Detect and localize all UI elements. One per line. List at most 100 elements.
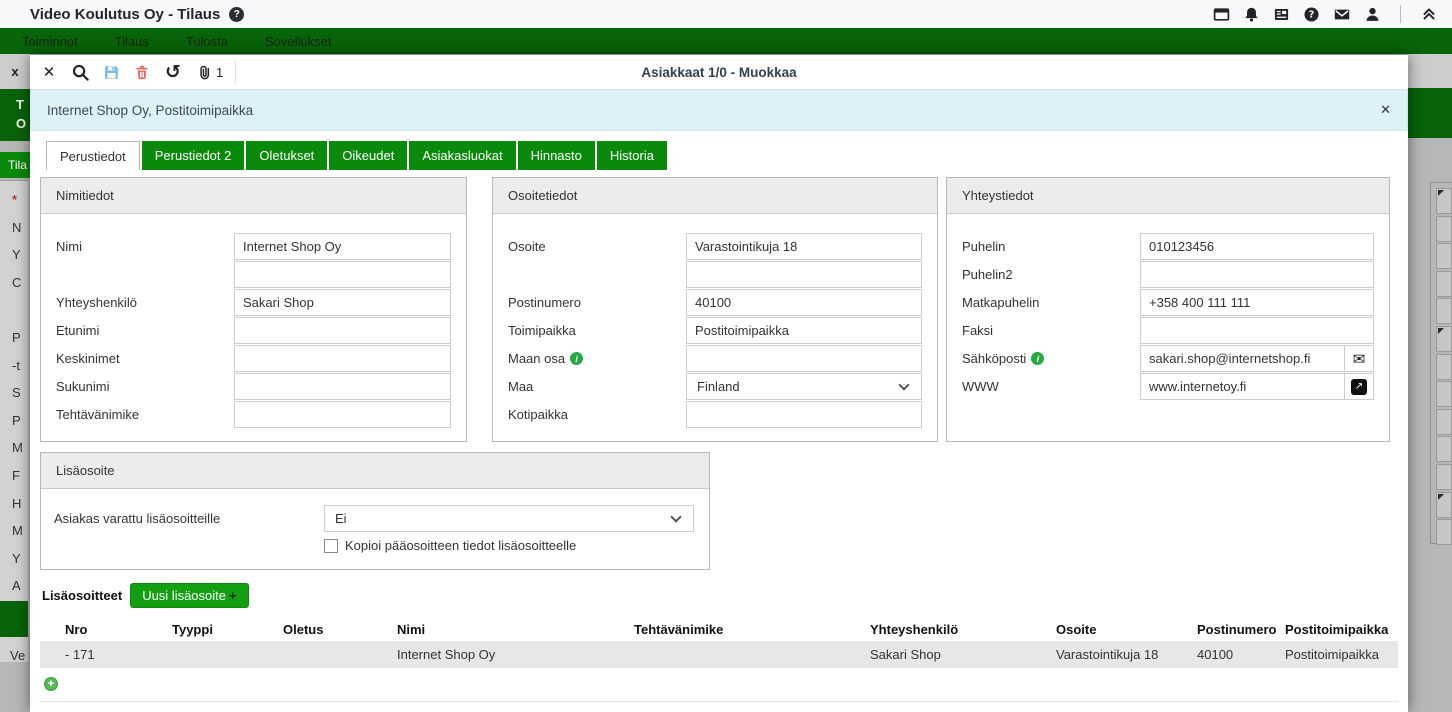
- sukunimi-input[interactable]: [234, 373, 451, 400]
- attachment-icon[interactable]: [193, 61, 215, 83]
- titlebar-icon-group: ?: [1213, 5, 1438, 23]
- kopioi-checkbox[interactable]: [324, 539, 338, 553]
- cell-yhteyshenkilo: Sakari Shop: [870, 641, 1056, 668]
- background-label: P: [12, 324, 30, 352]
- fieldset-nimitiedot: Nimitiedot Nimi Yhteyshenkilö Etunimi Ke…: [40, 177, 467, 442]
- tab-asiakasluokat[interactable]: Asiakasluokat: [409, 141, 515, 170]
- puhelin2-input[interactable]: [1140, 261, 1374, 288]
- postinumero-input[interactable]: [686, 289, 922, 316]
- background-label: N: [12, 214, 30, 242]
- background-field-stub: [1436, 298, 1452, 324]
- table-header-row: Nro Tyyppi Oletus Nimi Tehtävänimike Yht…: [40, 617, 1398, 641]
- new-lisaosoite-button[interactable]: Uusi lisäosoite+: [130, 583, 248, 608]
- infobar-close-icon[interactable]: ✕: [1380, 102, 1391, 118]
- col-nimi: Nimi: [397, 617, 634, 641]
- save-icon[interactable]: [100, 61, 122, 83]
- close-icon[interactable]: ✕: [38, 61, 60, 83]
- tab-oikeudet[interactable]: Oikeudet: [329, 141, 407, 170]
- info-icon[interactable]: i: [1031, 352, 1044, 365]
- background-header-line: T: [16, 95, 30, 114]
- background-field-stub: [1436, 188, 1452, 214]
- modal-toolbar: ✕ ↺ 1 Asiakkaat 1/0 - Muokkaa: [30, 55, 1408, 89]
- background-label: M: [12, 434, 30, 462]
- background-tab-close[interactable]: x: [0, 54, 30, 89]
- col-nro: Nro: [40, 617, 172, 641]
- menu-sovellukset[interactable]: Sovellukset: [265, 34, 331, 49]
- osoite-2-input[interactable]: [686, 261, 922, 288]
- table-row[interactable]: - 171 Internet Shop Oy Sakari Shop Varas…: [40, 641, 1398, 668]
- background-label: H: [12, 490, 30, 518]
- field-label: Puhelin: [962, 239, 1140, 254]
- tab-hinnasto[interactable]: Hinnasto: [518, 141, 595, 170]
- background-field-stub: [1436, 326, 1452, 352]
- kotipaikka-input[interactable]: [686, 401, 922, 428]
- matkapuhelin-input[interactable]: [1140, 289, 1374, 316]
- background-label: C: [12, 269, 30, 297]
- osoite-input[interactable]: [686, 233, 922, 260]
- tab-historia[interactable]: Historia: [597, 141, 667, 170]
- info-icon[interactable]: i: [570, 352, 583, 365]
- cell-tehtavanimike: [634, 641, 870, 668]
- background-header-line: O: [16, 114, 30, 133]
- new-lisaosoite-label: Uusi lisäosoite: [142, 588, 226, 603]
- field-label: Keskinimet: [56, 351, 234, 366]
- sahkoposti-input[interactable]: [1140, 345, 1345, 372]
- chevron-down-icon: [898, 379, 909, 390]
- field-label: Maan osa i: [508, 351, 686, 366]
- tab-perustiedot-2[interactable]: Perustiedot 2: [142, 141, 245, 170]
- open-link-button[interactable]: ↗: [1345, 373, 1374, 400]
- background-label: [12, 296, 30, 324]
- yhteyshenkilo-input[interactable]: [234, 289, 451, 316]
- fieldset-title: Lisäosoite: [41, 453, 709, 489]
- menu-tulosta[interactable]: Tulosta: [186, 34, 228, 49]
- maa-select[interactable]: Finland: [686, 373, 922, 400]
- col-tyyppi: Tyyppi: [172, 617, 283, 641]
- add-row-icon[interactable]: +: [44, 677, 58, 691]
- news-icon[interactable]: [1273, 6, 1290, 23]
- field-label-text: Maan osa: [508, 351, 565, 366]
- puhelin-input[interactable]: [1140, 233, 1374, 260]
- plus-icon: +: [229, 588, 237, 603]
- col-oletus: Oletus: [283, 617, 397, 641]
- etunimi-input[interactable]: [234, 317, 451, 344]
- delete-icon[interactable]: [131, 61, 153, 83]
- background-green-header: T O: [0, 89, 30, 141]
- menu-toiminnot[interactable]: Toiminnot: [22, 34, 78, 49]
- background-label: F: [12, 462, 30, 490]
- attachment-count: 1: [216, 65, 223, 80]
- toimipaikka-input[interactable]: [686, 317, 922, 344]
- titlebar: Video Koulutus Oy - Tilaus ? ?: [0, 0, 1452, 28]
- search-icon[interactable]: [69, 61, 91, 83]
- help-icon[interactable]: ?: [1303, 6, 1320, 23]
- menu-tilaus[interactable]: Tilaus: [115, 34, 149, 49]
- tehtavanimike-input[interactable]: [234, 401, 451, 428]
- user-icon[interactable]: [1364, 6, 1381, 23]
- keskinimet-input[interactable]: [234, 345, 451, 372]
- field-label: Maa: [508, 379, 686, 394]
- cell-nimi: Internet Shop Oy: [397, 641, 634, 668]
- send-email-button[interactable]: ✉: [1345, 345, 1374, 372]
- tab-perustiedot[interactable]: Perustiedot: [46, 141, 140, 170]
- nimi-2-input[interactable]: [234, 261, 451, 288]
- title-help-icon[interactable]: ?: [229, 7, 244, 22]
- maan-osa-input[interactable]: [686, 345, 922, 372]
- notifications-icon[interactable]: [1243, 6, 1260, 23]
- www-input[interactable]: [1140, 373, 1345, 400]
- tab-oletukset[interactable]: Oletukset: [246, 141, 327, 170]
- mail-icon[interactable]: [1333, 6, 1351, 23]
- menubar: Toiminnot Tilaus Tulosta Sovellukset: [0, 28, 1452, 54]
- nimi-input[interactable]: [234, 233, 451, 260]
- background-field-stub: [1436, 464, 1452, 490]
- faksi-input[interactable]: [1140, 317, 1374, 344]
- envelope-icon: ✉: [1353, 350, 1366, 368]
- background-label: M: [12, 517, 30, 545]
- window-icon[interactable]: [1213, 6, 1230, 23]
- bottom-divider: [40, 701, 1398, 702]
- lisaosoitteet-title: Lisäosoitteet: [42, 588, 122, 603]
- collapse-icon[interactable]: [1420, 5, 1438, 23]
- undo-icon[interactable]: ↺: [162, 61, 184, 83]
- field-label-text: Sähköposti: [962, 351, 1026, 366]
- modal-tabs: Perustiedot Perustiedot 2 Oletukset Oike…: [46, 141, 1408, 170]
- fieldset-lisaosoite: Lisäosoite Asiakas varattu lisäosoitteil…: [40, 452, 710, 570]
- asiakas-varattu-select[interactable]: Ei: [324, 505, 694, 532]
